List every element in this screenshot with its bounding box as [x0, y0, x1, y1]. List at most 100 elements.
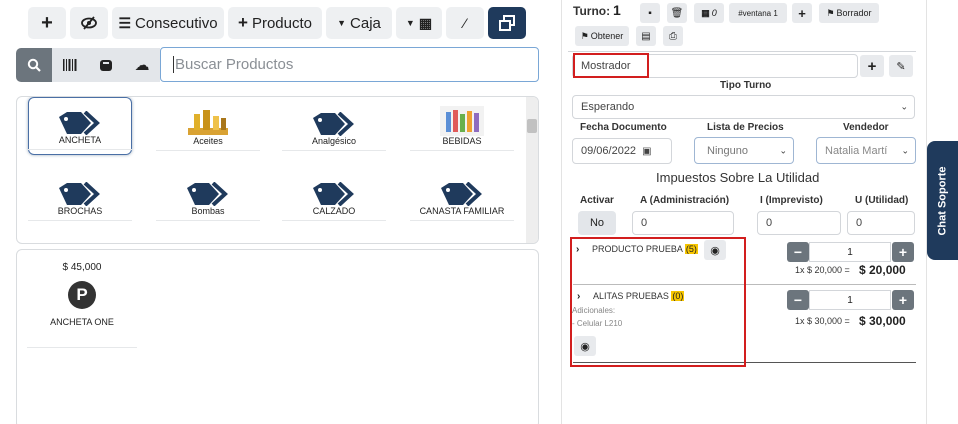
category-calzado[interactable]: CALZADO — [282, 167, 386, 225]
scale-mode-button[interactable] — [88, 48, 124, 82]
magic-button[interactable]: ⁄ — [446, 7, 484, 39]
hide-button[interactable] — [70, 7, 108, 39]
print-button[interactable]: ⎙ — [663, 26, 683, 46]
divider — [568, 51, 916, 52]
caja-dropdown[interactable]: ▼ Caja — [326, 7, 392, 39]
tipo-turno-select[interactable]: Esperando ⌄ — [572, 95, 915, 119]
windows-button[interactable] — [488, 7, 526, 39]
obtener-label: Obtener — [590, 31, 624, 41]
qty-input[interactable]: 1 — [809, 242, 891, 262]
lista-precios-select[interactable]: Ninguno ⌄ — [694, 137, 794, 164]
list-icon: ☰ — [118, 14, 131, 31]
activar-toggle[interactable]: No — [578, 211, 616, 235]
category-label: Analgésico — [282, 136, 386, 151]
printer-icon: ⎙ — [669, 30, 677, 42]
category-label: ANCHETA — [28, 135, 132, 150]
chevron-down-icon: ⌄ — [901, 145, 909, 156]
minus-icon: − — [793, 292, 803, 308]
delete-button[interactable]: 🗑 — [667, 3, 687, 23]
add-window-button[interactable]: + — [792, 3, 812, 23]
beverages-image — [440, 106, 484, 136]
category-bombas[interactable]: Bombas — [156, 167, 260, 225]
vendedor-label: Vendedor — [843, 122, 889, 133]
impuestos-title: Impuestos Sobre La Utilidad — [656, 170, 820, 185]
calculator-button[interactable]: ▤ — [636, 26, 656, 46]
increase-qty-button[interactable]: + — [892, 242, 914, 262]
category-brochas[interactable]: BROCHAS — [28, 167, 132, 225]
scale-icon — [100, 60, 112, 71]
tipo-turno-value: Esperando — [581, 101, 635, 113]
ventana-tag[interactable]: #ventana 1 — [729, 3, 787, 23]
chat-support-label: Chat Soporte — [936, 165, 949, 236]
producto-button[interactable]: + Producto — [228, 7, 322, 39]
activar-label: Activar — [580, 195, 614, 206]
tag-icon — [313, 112, 354, 136]
category-aceites[interactable]: Aceites — [156, 97, 260, 155]
windows-icon — [499, 15, 515, 31]
add-button[interactable]: + — [28, 7, 66, 39]
trash-icon: 🗑 — [670, 7, 684, 19]
product-price: $ 45,000 — [62, 262, 102, 273]
category-analgesico[interactable]: Analgésico — [282, 97, 386, 155]
fecha-label: Fecha Documento — [580, 122, 667, 133]
consecutivo-button[interactable]: ☰ Consecutivo — [112, 7, 224, 39]
category-label: CALZADO — [282, 206, 386, 221]
barcode-mode-button[interactable] — [52, 48, 88, 82]
cart-item-total: $ 30,000 — [859, 314, 906, 328]
utilidad-input[interactable]: 0 — [847, 211, 915, 235]
category-scrollbar[interactable] — [526, 97, 538, 243]
admin-value: 0 — [641, 217, 648, 229]
category-canasta-familiar[interactable]: CANASTA FAMILIAR — [410, 167, 514, 225]
scrollbar-thumb[interactable] — [527, 119, 537, 133]
search-input[interactable]: Buscar Productos — [160, 47, 539, 82]
category-ancheta[interactable]: ANCHETA — [28, 97, 132, 155]
add-customer-button[interactable]: + — [860, 55, 884, 77]
fecha-input[interactable]: 09/06/2022 ▣ — [572, 138, 672, 164]
utilidad-value: 0 — [856, 217, 863, 229]
category-bebidas[interactable]: BEBIDAS — [410, 97, 514, 155]
imprevisto-input[interactable]: 0 — [757, 211, 841, 235]
admin-label: A (Administración) — [640, 195, 730, 206]
decrease-qty-button[interactable]: − — [787, 290, 809, 310]
cloud-mode-button[interactable]: ☁ — [124, 48, 160, 82]
decrease-qty-button[interactable]: − — [787, 242, 809, 262]
consecutivo-label: Consecutivo — [135, 14, 218, 32]
tag-icon — [313, 182, 354, 206]
borrador-label: Borrador — [836, 8, 872, 18]
grid-dropdown[interactable]: ▼ ▦ — [396, 7, 442, 39]
vendedor-select[interactable]: Natalia Martí ⌄ — [816, 137, 916, 164]
text-caret — [173, 56, 174, 73]
highlight-cart-items — [570, 237, 746, 367]
caret-down-icon: ▼ — [405, 18, 415, 28]
turno-number: 1 — [613, 2, 621, 18]
turno-label: Turno: — [573, 4, 611, 18]
category-label: Aceites — [156, 136, 260, 151]
borrador-button[interactable]: ⚑ Borrador — [819, 3, 879, 23]
obtener-button[interactable]: ⚑ Obtener — [575, 26, 629, 46]
producto-label: Producto — [251, 14, 312, 32]
minus-icon: − — [793, 244, 803, 260]
product-card[interactable]: $ 45,000 P ANCHETA ONE — [27, 262, 137, 348]
plus-icon: + — [867, 57, 877, 75]
tag-icon — [441, 182, 482, 206]
search-mode-button[interactable] — [16, 48, 52, 82]
lista-value: Ninguno — [707, 144, 748, 157]
product-avatar: P — [68, 281, 96, 309]
oil-bottles-image — [188, 110, 228, 135]
save-button[interactable]: ▪ — [640, 3, 660, 23]
imprevisto-label: I (Imprevisto) — [760, 195, 823, 206]
cart-item-unit: 1x $ 20,000 = — [795, 265, 850, 275]
admin-input[interactable]: 0 — [632, 211, 734, 235]
barcode-icon — [63, 59, 77, 71]
increase-qty-button[interactable]: + — [892, 290, 914, 310]
lista-label: Lista de Precios — [707, 122, 784, 133]
qty-input[interactable]: 1 — [809, 290, 891, 310]
cart-item-total: $ 20,000 — [859, 263, 906, 277]
search-placeholder: Buscar Productos — [175, 56, 294, 73]
windows-count[interactable]: ▦ 0 — [694, 3, 724, 23]
edit-customer-button[interactable]: ✎ — [889, 55, 913, 77]
pencil-icon: ✎ — [896, 60, 906, 73]
chat-support-tab[interactable]: Chat Soporte — [927, 141, 958, 260]
eye-slash-icon — [81, 16, 97, 30]
fecha-value: 09/06/2022 — [581, 145, 637, 157]
